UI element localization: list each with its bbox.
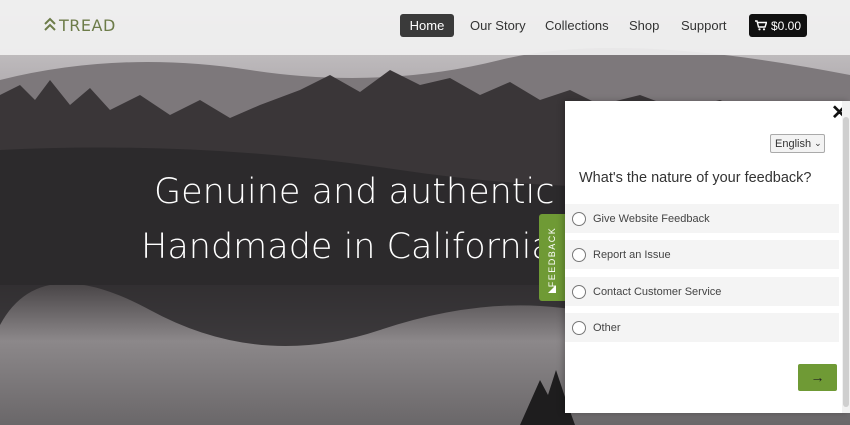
option-label: Give Website Feedback: [593, 212, 710, 225]
feedback-option[interactable]: Other: [565, 313, 839, 342]
next-button[interactable]: →: [798, 364, 837, 391]
chevrons-logo-icon: [44, 17, 56, 31]
radio-button[interactable]: [572, 320, 586, 335]
feedback-option[interactable]: Report an Issue: [565, 240, 839, 269]
radio-button[interactable]: [572, 247, 586, 262]
feedback-tab[interactable]: FEEDBACK: [539, 214, 565, 301]
radio-button[interactable]: [572, 211, 586, 226]
feedback-option[interactable]: Contact Customer Service: [565, 277, 839, 306]
nav-collections[interactable]: Collections: [535, 14, 619, 37]
cart-icon: [754, 20, 767, 31]
site-header: TREAD Home Our Story Collections Shop Su…: [0, 0, 850, 55]
brand-logo[interactable]: TREAD: [44, 14, 116, 36]
brand-name: TREAD: [59, 15, 116, 35]
cart-total: $0.00: [770, 18, 802, 33]
language-selected: English: [775, 137, 812, 150]
feedback-question: What's the nature of your feedback?: [579, 170, 812, 186]
panel-scrollbar-thumb[interactable]: [843, 117, 849, 407]
nav-support[interactable]: Support: [671, 14, 737, 37]
hero-headline-line1: Genuine and authentic su: [154, 172, 607, 212]
nav-our-story[interactable]: Our Story: [460, 14, 536, 37]
option-label: Report an Issue: [593, 248, 671, 261]
feedback-panel: ✕ English ⌄ What's the nature of your fe…: [565, 101, 850, 413]
megaphone-icon: [548, 285, 556, 293]
option-label: Other: [593, 321, 621, 334]
cart-button[interactable]: $0.00: [749, 14, 807, 37]
chevron-down-icon: ⌄: [814, 138, 822, 148]
radio-button[interactable]: [572, 284, 586, 299]
hero-headline-line2: Handmade in California s: [141, 227, 583, 267]
option-label: Contact Customer Service: [593, 285, 722, 298]
feedback-option[interactable]: Give Website Feedback: [565, 204, 839, 233]
feedback-tab-label: FEEDBACK: [547, 226, 557, 288]
nav-shop[interactable]: Shop: [619, 14, 669, 37]
nav-home[interactable]: Home: [400, 14, 454, 37]
language-select[interactable]: English ⌄: [770, 134, 825, 153]
